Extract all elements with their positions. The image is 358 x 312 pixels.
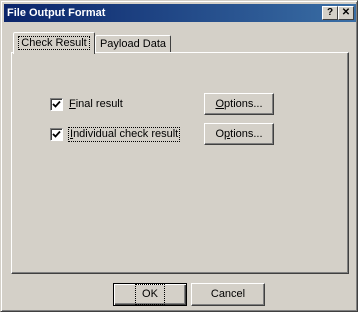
individual-check-result-options-button[interactable]: Options... bbox=[204, 123, 274, 145]
file-output-format-dialog: File Output Format ? ✕ Check Result Payl… bbox=[0, 0, 358, 312]
cancel-button-label: Cancel bbox=[210, 288, 246, 300]
individual-check-result-checkbox[interactable] bbox=[50, 127, 63, 141]
ok-button[interactable]: OK bbox=[113, 283, 187, 306]
ok-button-label: OK bbox=[135, 284, 165, 305]
help-icon: ? bbox=[326, 7, 334, 18]
final-result-label: Final result bbox=[69, 97, 123, 110]
title-bar[interactable]: File Output Format ? ✕ bbox=[4, 4, 356, 22]
final-result-checkbox[interactable] bbox=[50, 97, 63, 111]
individual-check-result-label: Individual check result bbox=[68, 126, 181, 142]
tab-payload-data-label: Payload Data bbox=[99, 38, 167, 50]
cancel-button[interactable]: Cancel bbox=[191, 283, 265, 306]
checkmark-icon bbox=[52, 130, 61, 138]
tab-payload-data[interactable]: Payload Data bbox=[95, 35, 171, 53]
window-title: File Output Format bbox=[7, 7, 106, 19]
tab-panel-check-result: Final result Options... Individual check… bbox=[11, 52, 349, 274]
tab-check-result-label: Check Result bbox=[18, 36, 90, 50]
close-button[interactable]: ✕ bbox=[338, 6, 354, 20]
tab-check-result[interactable]: Check Result bbox=[13, 32, 95, 54]
final-result-row: Final result bbox=[50, 97, 123, 111]
close-icon: ✕ bbox=[341, 7, 351, 18]
help-button[interactable]: ? bbox=[322, 6, 338, 20]
individual-check-result-row: Individual check result bbox=[50, 126, 181, 142]
checkmark-icon bbox=[52, 100, 61, 108]
final-result-options-button[interactable]: Options... bbox=[204, 93, 274, 115]
